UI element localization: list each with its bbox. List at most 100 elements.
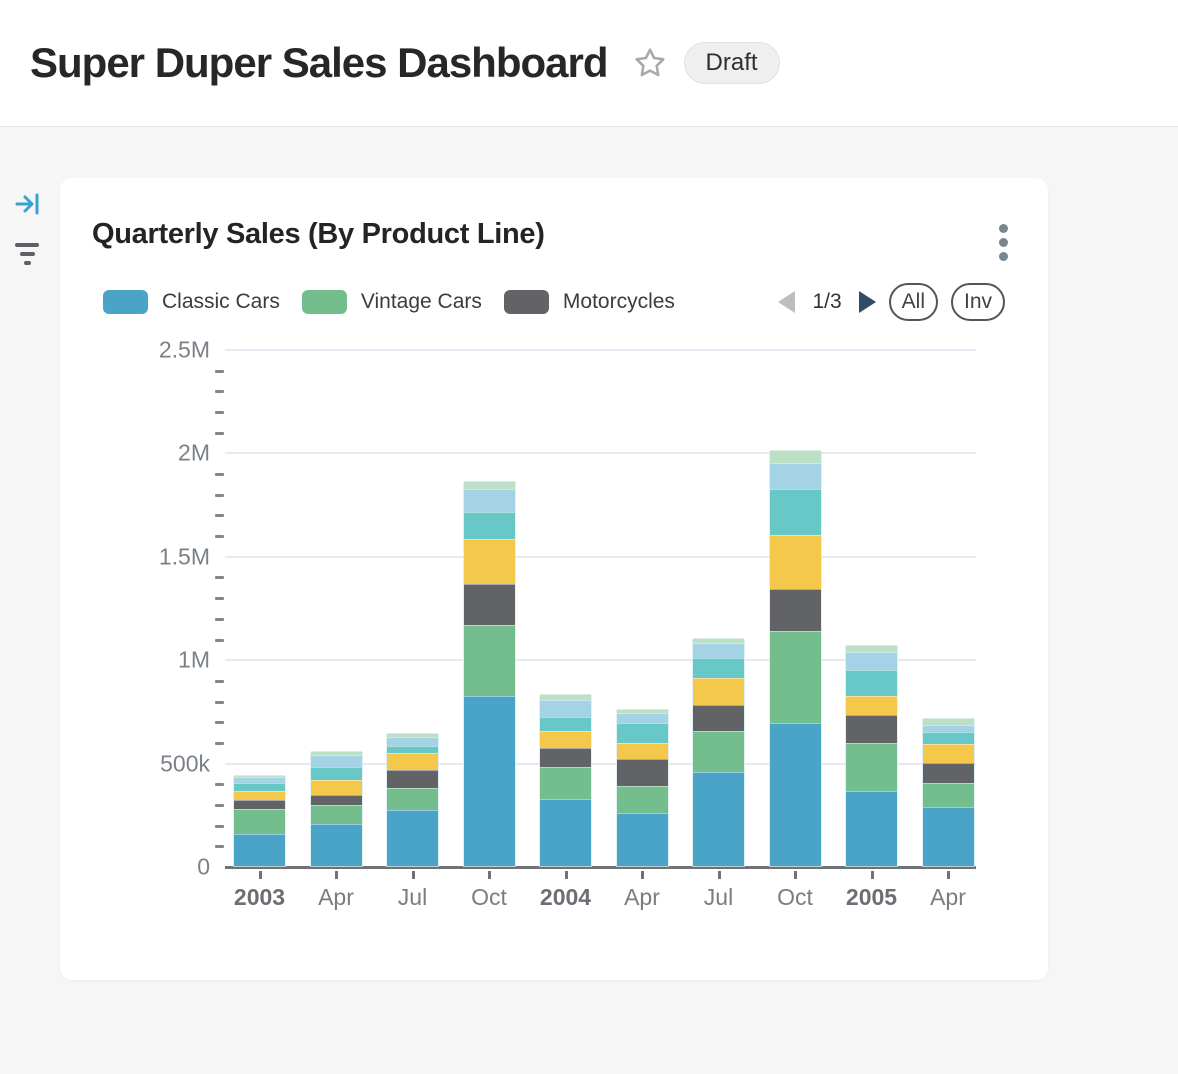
bar-segment-classic-cars[interactable] — [234, 834, 285, 866]
legend-item-vintage-cars[interactable]: Vintage Cars — [302, 290, 482, 314]
bar-segment-vintage-cars[interactable] — [846, 743, 897, 791]
favorite-button[interactable] — [632, 45, 668, 81]
pager-prev-icon[interactable] — [778, 291, 795, 313]
chart-card: Quarterly Sales (By Product Line) Classi… — [60, 178, 1048, 980]
y-minor-tick — [215, 825, 224, 828]
bar-segment-motorcycles[interactable] — [770, 589, 821, 631]
bar-segment-unlabeled-teal-[interactable] — [846, 670, 897, 696]
bar-segment-unlabeled-pale-green-[interactable] — [311, 751, 362, 755]
bar-segment-classic-cars[interactable] — [387, 810, 438, 866]
bar-segment-unlabeled-yellow-[interactable] — [464, 539, 515, 584]
bar-segment-classic-cars[interactable] — [540, 799, 591, 866]
bar-segment-classic-cars[interactable] — [693, 772, 744, 867]
bar-apr-9 — [922, 719, 975, 867]
bar-segment-unlabeled-light-blue-[interactable] — [540, 700, 591, 717]
bar-oct-7 — [769, 451, 822, 867]
bar-segment-motorcycles[interactable] — [846, 715, 897, 743]
bar-segment-vintage-cars[interactable] — [617, 786, 668, 813]
bar-segment-unlabeled-teal-[interactable] — [464, 512, 515, 539]
bar-apr-5 — [616, 710, 669, 867]
bar-segment-unlabeled-light-blue-[interactable] — [311, 755, 362, 767]
bar-segment-unlabeled-pale-green-[interactable] — [464, 481, 515, 489]
bar-segment-unlabeled-yellow-[interactable] — [234, 791, 285, 800]
legend-item-classic-cars[interactable]: Classic Cars — [103, 290, 280, 314]
x-tick — [259, 871, 262, 879]
bar-segment-unlabeled-light-blue-[interactable] — [693, 643, 744, 658]
bar-segment-unlabeled-yellow-[interactable] — [387, 753, 438, 770]
bar-segment-unlabeled-yellow-[interactable] — [693, 678, 744, 705]
bar-segment-unlabeled-light-blue-[interactable] — [770, 463, 821, 490]
bar-segment-motorcycles[interactable] — [693, 705, 744, 732]
bar-segment-motorcycles[interactable] — [464, 584, 515, 625]
y-minor-tick — [215, 473, 224, 476]
bar-segment-unlabeled-light-blue-[interactable] — [234, 777, 285, 783]
bar-segment-unlabeled-light-blue-[interactable] — [923, 725, 974, 732]
bar-segment-motorcycles[interactable] — [311, 795, 362, 805]
legend-swatch-icon — [302, 290, 347, 314]
bar-segment-unlabeled-light-blue-[interactable] — [387, 737, 438, 746]
bar-segment-unlabeled-pale-green-[interactable] — [770, 450, 821, 463]
legend-row: Classic CarsVintage CarsMotorcycles 1/3 … — [103, 281, 1005, 323]
bar-segment-motorcycles[interactable] — [387, 770, 438, 788]
bar-segment-unlabeled-light-blue-[interactable] — [617, 713, 668, 723]
bar-segment-classic-cars[interactable] — [846, 791, 897, 866]
bar-segment-unlabeled-yellow-[interactable] — [770, 535, 821, 589]
bar-segment-unlabeled-teal-[interactable] — [770, 489, 821, 534]
collapse-panel-icon[interactable] — [14, 190, 42, 223]
bar-segment-classic-cars[interactable] — [311, 824, 362, 866]
bar-segment-unlabeled-teal-[interactable] — [693, 658, 744, 678]
filter-icon[interactable] — [14, 243, 40, 265]
bar-segment-unlabeled-pale-green-[interactable] — [387, 733, 438, 736]
bar-segment-unlabeled-pale-green-[interactable] — [693, 638, 744, 643]
bar-segment-unlabeled-teal-[interactable] — [923, 732, 974, 745]
bar-segment-classic-cars[interactable] — [464, 696, 515, 866]
x-tick — [412, 871, 415, 879]
bar-2005-8 — [845, 646, 898, 867]
y-minor-tick — [215, 597, 224, 600]
bar-segment-unlabeled-yellow-[interactable] — [311, 780, 362, 795]
bar-segment-unlabeled-yellow-[interactable] — [540, 731, 591, 747]
bar-segment-unlabeled-yellow-[interactable] — [617, 743, 668, 759]
bar-segment-classic-cars[interactable] — [923, 807, 974, 866]
bar-segment-vintage-cars[interactable] — [923, 783, 974, 807]
bar-segment-motorcycles[interactable] — [617, 759, 668, 786]
bar-segment-vintage-cars[interactable] — [311, 805, 362, 824]
legend-label: Classic Cars — [162, 290, 280, 314]
bar-segment-unlabeled-light-blue-[interactable] — [464, 489, 515, 512]
bar-segment-vintage-cars[interactable] — [234, 809, 285, 833]
bar-segment-unlabeled-light-blue-[interactable] — [846, 652, 897, 670]
bar-segment-unlabeled-yellow-[interactable] — [923, 744, 974, 763]
bar-segment-unlabeled-teal-[interactable] — [387, 746, 438, 753]
bar-segment-classic-cars[interactable] — [617, 813, 668, 866]
bar-segment-unlabeled-teal-[interactable] — [234, 783, 285, 790]
legend-item-motorcycles[interactable]: Motorcycles — [504, 290, 675, 314]
bar-segment-unlabeled-pale-green-[interactable] — [923, 718, 974, 725]
bar-segment-unlabeled-teal-[interactable] — [617, 723, 668, 742]
bar-segment-unlabeled-pale-green-[interactable] — [846, 645, 897, 653]
bar-jul-2 — [386, 734, 439, 867]
bar-segment-motorcycles[interactable] — [234, 800, 285, 809]
bar-segment-unlabeled-pale-green-[interactable] — [540, 694, 591, 699]
kebab-menu-icon[interactable] — [993, 220, 1014, 265]
y-tick-label: 500k — [160, 750, 210, 777]
bar-segment-unlabeled-pale-green-[interactable] — [617, 709, 668, 713]
bar-segment-unlabeled-pale-green-[interactable] — [234, 775, 285, 777]
bar-segment-vintage-cars[interactable] — [693, 731, 744, 771]
invert-selection-button[interactable]: Inv — [951, 283, 1005, 320]
y-minor-tick — [215, 535, 224, 538]
bar-segment-motorcycles[interactable] — [540, 748, 591, 767]
chart-title: Quarterly Sales (By Product Line) — [92, 218, 545, 251]
bar-segment-vintage-cars[interactable] — [540, 767, 591, 800]
bar-segment-motorcycles[interactable] — [923, 763, 974, 782]
bar-segment-unlabeled-yellow-[interactable] — [846, 696, 897, 714]
bar-segment-classic-cars[interactable] — [770, 723, 821, 866]
x-tick — [565, 871, 568, 879]
bar-segment-unlabeled-teal-[interactable] — [311, 767, 362, 780]
select-all-button[interactable]: All — [889, 283, 938, 320]
bar-segment-unlabeled-teal-[interactable] — [540, 717, 591, 731]
bar-segment-vintage-cars[interactable] — [387, 788, 438, 810]
bar-segment-vintage-cars[interactable] — [464, 625, 515, 696]
bar-segment-vintage-cars[interactable] — [770, 631, 821, 723]
pager-next-icon[interactable] — [859, 291, 876, 313]
page-title: Super Duper Sales Dashboard — [30, 39, 608, 87]
